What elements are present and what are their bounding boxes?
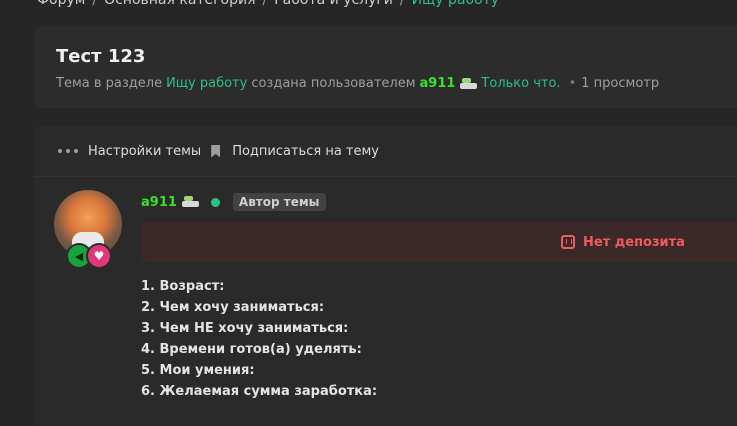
meta-created-by: создана пользователем [251, 76, 416, 91]
breadcrumb-separator: / [92, 0, 98, 8]
deposit-status: Нет депозита [561, 222, 685, 262]
post-line: 3. Чем НЕ хочу заниматься: [141, 321, 349, 336]
breadcrumb-separator: / [399, 0, 405, 8]
post-line: 1. Возраст: [141, 279, 225, 294]
heart-icon: ♥ [86, 243, 112, 269]
post-author-line: a911 Автор темы [141, 191, 326, 213]
breadcrumb: Форум / Основная категория / Работа и услуги… [37, 0, 499, 10]
dots-icon [58, 149, 78, 153]
author-link[interactable]: a911 [420, 76, 456, 91]
tank-icon [181, 196, 199, 208]
breadcrumb-jobs[interactable]: Работа и услуги [274, 0, 393, 8]
topic-meta: Тема в разделе Ищу работу создана пользо… [56, 76, 659, 91]
divider [34, 176, 737, 177]
deposit-icon [561, 235, 575, 249]
topic-header: Тест 123 Тема в разделе Ищу работу созда… [34, 26, 737, 108]
post-line: 6. Желаемая сумма заработка: [141, 384, 378, 399]
views-count: 1 просмотр [581, 76, 660, 91]
post-body: 1. Возраст: 2. Чем хочу заниматься: 3. Ч… [141, 276, 377, 402]
topic-settings-button[interactable]: Настройки темы [34, 144, 201, 159]
breadcrumb-separator: / [262, 0, 268, 8]
topic-time[interactable]: Только что. [481, 76, 560, 91]
subscribe-label: Подписаться на тему [232, 143, 379, 159]
meta-dot: • [568, 76, 577, 91]
bookmark-icon [211, 144, 221, 158]
meta-prefix: Тема в разделе [56, 76, 163, 91]
post-line: 2. Чем хочу заниматься: [141, 300, 325, 315]
breadcrumb-main-category[interactable]: Основная категория [104, 0, 255, 8]
section-link[interactable]: Ищу работу [166, 76, 247, 91]
subscribe-button[interactable]: Подписаться на тему [201, 144, 379, 159]
topic-actions: Настройки темы Подписаться на тему [34, 126, 737, 176]
page-title: Тест 123 [56, 46, 146, 67]
topic-settings-label: Настройки темы [88, 143, 202, 159]
breadcrumb-current[interactable]: Ищу работу [412, 0, 500, 8]
breadcrumb-forum[interactable]: Форум [37, 0, 85, 8]
deposit-label: Нет депозита [583, 234, 685, 250]
deposit-banner: Нет депозита [141, 222, 737, 262]
author-badge: Автор темы [232, 193, 326, 211]
post-card: Настройки темы Подписаться на тему ◀ ♥ a… [34, 126, 737, 426]
tank-icon [460, 77, 478, 90]
post-line: 4. Времени готов(а) уделять: [141, 342, 362, 357]
post-line: 5. Мои умения: [141, 363, 255, 378]
online-dot [210, 197, 220, 207]
post-author-name[interactable]: a911 [141, 195, 177, 210]
